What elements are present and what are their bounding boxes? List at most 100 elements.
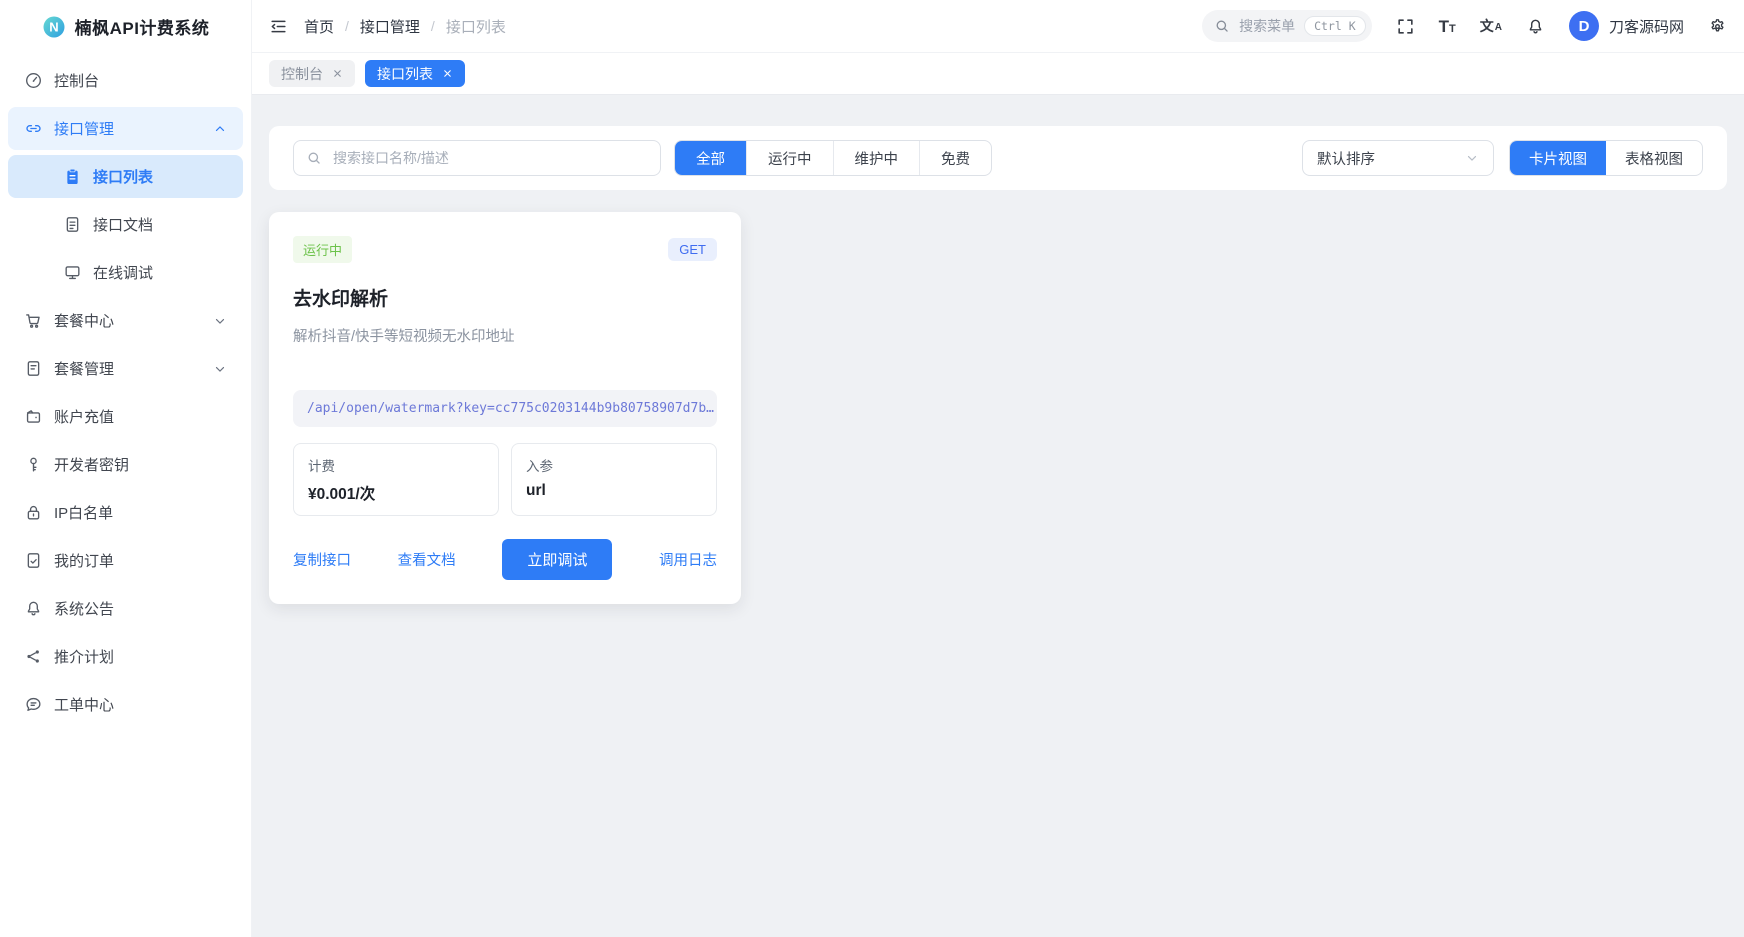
breadcrumb-separator: / — [345, 18, 349, 34]
chevron-down-icon — [213, 362, 227, 376]
cart-icon — [24, 311, 43, 330]
username: 刀客源码网 — [1609, 16, 1684, 37]
sidebar-item-label: 接口管理 — [54, 118, 114, 139]
billing-value: ¥0.001/次 — [308, 482, 484, 504]
keyboard-shortcut-badge: Ctrl K — [1304, 16, 1366, 36]
list-document-icon — [24, 359, 43, 378]
search-icon — [1214, 18, 1230, 34]
sidebar-item-label: 开发者密钥 — [54, 454, 129, 475]
sidebar-item-dashboard[interactable]: 控制台 — [8, 59, 243, 102]
app-title: 楠枫API计费系统 — [75, 14, 210, 39]
avatar: D — [1569, 11, 1599, 41]
sidebar-item-ticket-center[interactable]: 工单中心 — [8, 683, 243, 726]
settings-gear-icon[interactable] — [1708, 17, 1727, 36]
main-column: 首页 / 接口管理 / 接口列表 搜索菜单 Ctrl K — [252, 0, 1744, 937]
fullscreen-icon[interactable] — [1396, 17, 1415, 36]
key-icon — [24, 455, 43, 474]
tab-dashboard[interactable]: 控制台 — [269, 60, 355, 87]
view-toggle-group: 卡片视图 表格视图 — [1509, 140, 1703, 176]
filter-free[interactable]: 免费 — [919, 141, 991, 175]
svg-text:N: N — [49, 19, 58, 34]
tab-bar: 控制台 接口列表 — [252, 53, 1744, 95]
table-view-button[interactable]: 表格视图 — [1606, 141, 1702, 175]
sidebar-item-ip-whitelist[interactable]: IP白名单 — [8, 491, 243, 534]
chevron-up-icon — [213, 122, 227, 136]
topbar-actions: 搜索菜单 Ctrl K T T 文 A — [1202, 10, 1727, 42]
sidebar-item-label: 系统公告 — [54, 598, 114, 619]
call-logs-button[interactable]: 调用日志 — [659, 549, 717, 570]
sidebar-item-label: 套餐管理 — [54, 358, 114, 379]
sidebar-item-system-announcements[interactable]: 系统公告 — [8, 587, 243, 630]
font-size-large-glyph: T — [1439, 18, 1449, 35]
share-icon — [24, 647, 43, 666]
user-menu[interactable]: D 刀客源码网 — [1569, 11, 1684, 41]
filter-toolbar: 全部 运行中 维护中 免费 默认排序 卡片视图 表格视图 — [269, 126, 1727, 190]
tab-label: 控制台 — [281, 64, 323, 84]
font-size-icon[interactable]: T T — [1439, 18, 1456, 35]
sidebar-item-label: 我的订单 — [54, 550, 114, 571]
billing-info-box: 计费 ¥0.001/次 — [293, 443, 499, 516]
menu-search-button[interactable]: 搜索菜单 Ctrl K — [1202, 10, 1372, 42]
view-docs-button[interactable]: 查看文档 — [398, 549, 456, 570]
sidebar-item-package-center[interactable]: 套餐中心 — [8, 299, 243, 342]
sidebar-item-api-management[interactable]: 接口管理 — [8, 107, 243, 150]
close-icon[interactable] — [442, 68, 453, 79]
tab-label: 接口列表 — [377, 64, 433, 84]
chevron-down-icon — [1465, 151, 1479, 165]
copy-api-button[interactable]: 复制接口 — [293, 549, 351, 570]
app-logo-icon: N — [42, 15, 66, 39]
breadcrumb-current: 接口列表 — [446, 16, 506, 37]
sort-dropdown-value: 默认排序 — [1317, 148, 1375, 169]
param-info-box: 入参 url — [511, 443, 717, 516]
sidebar-item-my-orders[interactable]: 我的订单 — [8, 539, 243, 582]
sidebar-item-api-docs[interactable]: 接口文档 — [8, 203, 243, 246]
notification-bell-icon[interactable] — [1526, 17, 1545, 36]
param-label: 入参 — [526, 455, 702, 475]
search-icon — [306, 150, 322, 166]
sidebar-item-label: 账户充值 — [54, 406, 114, 427]
sidebar-collapse-icon[interactable] — [269, 17, 288, 36]
translate-a-glyph: A — [1495, 23, 1502, 33]
font-size-small-glyph: T — [1449, 24, 1456, 35]
chevron-down-icon — [213, 314, 227, 328]
translate-icon[interactable]: 文 A — [1480, 19, 1502, 33]
filter-maintenance[interactable]: 维护中 — [833, 141, 920, 175]
dashboard-icon — [24, 71, 43, 90]
sidebar-item-api-list[interactable]: 接口列表 — [8, 155, 243, 198]
app-root: N 楠枫API计费系统 控制台 接口管理 — [0, 0, 1744, 937]
sidebar-item-label: 推介计划 — [54, 646, 114, 667]
content-area: 全部 运行中 维护中 免费 默认排序 卡片视图 表格视图 — [252, 95, 1744, 937]
api-title: 去水印解析 — [293, 284, 717, 311]
sidebar-item-account-recharge[interactable]: 账户充值 — [8, 395, 243, 438]
sidebar-item-package-management[interactable]: 套餐管理 — [8, 347, 243, 390]
filter-all[interactable]: 全部 — [675, 141, 746, 175]
sidebar-item-label: 在线调试 — [93, 262, 153, 283]
api-card: 运行中 GET 去水印解析 解析抖音/快手等短视频无水印地址 /api/open… — [269, 212, 741, 604]
breadcrumb-separator: / — [431, 18, 435, 34]
sidebar-item-referral-program[interactable]: 推介计划 — [8, 635, 243, 678]
tab-api-list[interactable]: 接口列表 — [365, 60, 465, 87]
api-search-field — [293, 140, 661, 176]
link-icon — [24, 119, 43, 138]
filter-running[interactable]: 运行中 — [746, 141, 833, 175]
debug-now-button[interactable]: 立即调试 — [502, 539, 612, 580]
order-check-icon — [24, 551, 43, 570]
sidebar-item-developer-keys[interactable]: 开发者密钥 — [8, 443, 243, 486]
api-endpoint-url[interactable]: /api/open/watermark?key=cc775c0203144b9b… — [293, 390, 717, 427]
close-icon[interactable] — [332, 68, 343, 79]
sort-dropdown[interactable]: 默认排序 — [1302, 140, 1494, 176]
status-badge: 运行中 — [293, 236, 352, 263]
sidebar-item-online-debug[interactable]: 在线调试 — [8, 251, 243, 294]
api-description: 解析抖音/快手等短视频无水印地址 — [293, 325, 717, 346]
sidebar: N 楠枫API计费系统 控制台 接口管理 — [0, 0, 252, 937]
card-view-button[interactable]: 卡片视图 — [1510, 141, 1606, 175]
api-search-input[interactable] — [331, 149, 648, 167]
wallet-icon — [24, 407, 43, 426]
api-info-row: 计费 ¥0.001/次 入参 url — [293, 443, 717, 516]
breadcrumb-section[interactable]: 接口管理 — [360, 16, 420, 37]
translate-zh-glyph: 文 — [1480, 19, 1494, 33]
breadcrumb-home[interactable]: 首页 — [304, 16, 334, 37]
status-filter-group: 全部 运行中 维护中 免费 — [674, 140, 992, 176]
app-logo[interactable]: N 楠枫API计费系统 — [8, 0, 243, 53]
monitor-icon — [63, 263, 82, 282]
